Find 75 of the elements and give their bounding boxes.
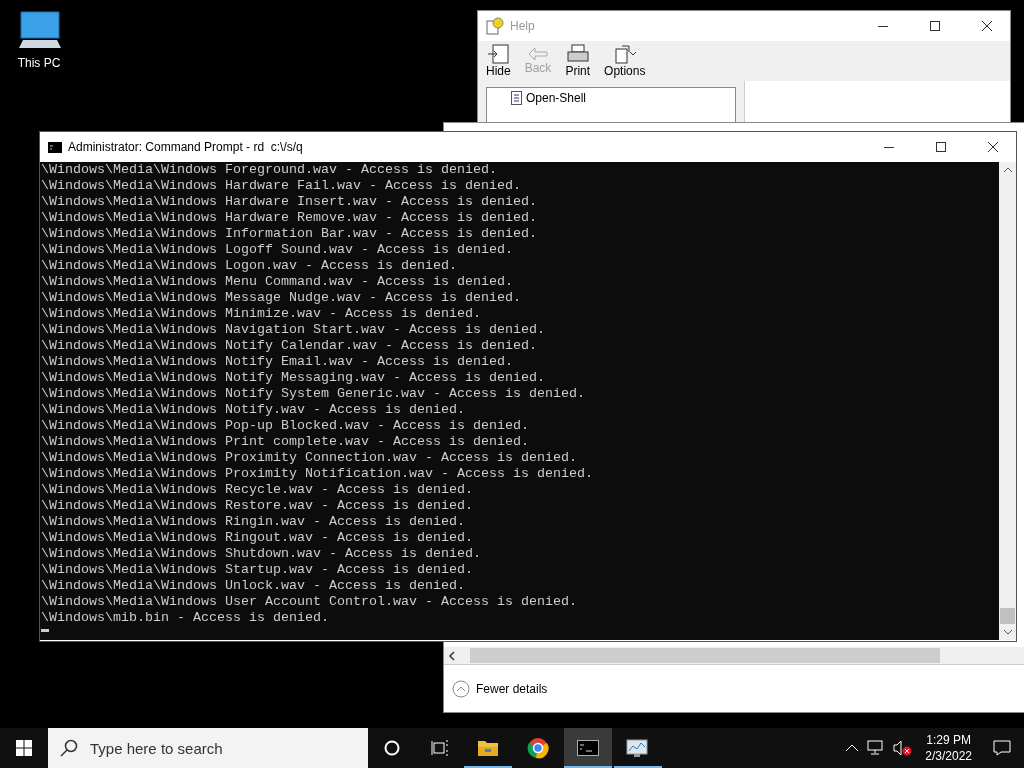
console-line: \Windows\Media\Windows Message Nudge.wav - Access is denied. (41, 290, 522, 306)
maximize-icon (930, 21, 940, 31)
windows-logo-icon (16, 740, 32, 756)
toolbar-button[interactable]: Print (565, 44, 591, 78)
console-line: \Windows\Media\Windows Hardware Fail.wav - Access is denied. (41, 178, 522, 194)
console-line: \Windows\Media\Windows Minimize.wav - Access is denied. (41, 306, 482, 322)
close-icon (988, 142, 998, 152)
chevron-up-icon (845, 744, 860, 752)
console-line: \Windows\Media\Windows Navigation Start.wav - Access is denied. (41, 322, 546, 338)
search-bar[interactable]: Type here to search (48, 728, 368, 768)
console-line: \Windows\Media\Windows User Account Control.wav - Access is denied. (41, 594, 578, 610)
clock[interactable]: 1:29 PM 2/3/2022 (917, 732, 980, 764)
scroll-down-icon (1002, 628, 1013, 636)
console-line: \Windows\Media\Windows Menu Command.wav - Access is denied. (41, 274, 514, 290)
console-line: \Windows\Media\Windows Restore.wav - Access is denied. (41, 498, 474, 514)
desktop-icon-label: This PC (17, 56, 61, 70)
fewer-details-button[interactable]: Fewer details (452, 679, 548, 698)
toolbar-button[interactable]: Hide (486, 44, 511, 78)
console-line: \Windows\Media\Windows Ringout.wav - Access is denied. (41, 530, 474, 546)
console-line: \Windows\Media\Windows Information Bar.wav - Access is denied. (41, 226, 538, 242)
help-book-icon (486, 17, 504, 35)
back-arrow-icon (528, 47, 549, 61)
console-line: \Windows\Media\Windows Notify Email.wav - Access is denied. (41, 354, 514, 370)
console-line: \Windows\Media\Windows Notify System Generic.wav - Access is denied. (41, 386, 586, 402)
minimize-icon (884, 146, 894, 148)
search-field[interactable]: Type here to search (88, 738, 352, 758)
console-line: \Windows\Media\Windows Pop-up Blocked.wav - Access is denied. (41, 418, 530, 434)
browser-icon (527, 737, 549, 759)
speech-bubble-icon (993, 740, 1011, 756)
toolbar-button[interactable]: Options (604, 44, 646, 78)
terminal-icon (577, 740, 599, 756)
panel-icon (487, 44, 510, 64)
console-line: \Windows\Media\Windows Print complete.wav - Access is denied. (41, 434, 530, 450)
maximize-icon (936, 142, 946, 152)
folder-icon (477, 739, 499, 757)
window-title: Administrator: Command Prompt - rd c:\/s/q (68, 140, 304, 154)
vertical-scrollbar[interactable] (999, 162, 1016, 640)
terminal-icon (48, 141, 62, 153)
close-icon (982, 21, 992, 31)
document-icon (511, 91, 522, 105)
console-line: \Windows\Media\Windows Logon.wav - Access is denied. (41, 258, 458, 274)
chevron-up-circle-icon (452, 679, 470, 698)
scroll-up-icon (1002, 166, 1013, 174)
text-cursor (41, 629, 49, 632)
console-line: \Windows\Media\Windows Hardware Remove.wav - Access is denied. (41, 210, 538, 226)
network-icon (867, 740, 886, 756)
tree-item[interactable]: Open-Shell (511, 90, 587, 106)
horizontal-scrollbar[interactable] (444, 647, 1024, 664)
console-line: \Windows\Media\Windows Proximity Notification.wav - Access is denied. (41, 466, 594, 482)
scroll-left-icon (448, 650, 456, 661)
console-line: \Windows\Media\Windows Logoff Sound.wav - Access is denied. (41, 242, 514, 258)
window-title: Help (510, 19, 536, 33)
circle-icon (384, 740, 400, 756)
scroll-thumb[interactable] (470, 648, 940, 663)
task-view-icon (431, 740, 449, 756)
console-line: \Windows\Media\Windows Shutdown.wav - Access is denied. (41, 546, 482, 562)
console-line: \Windows\Media\Windows Recycle.wav - Access is denied. (41, 482, 474, 498)
console-line: \Windows\Media\Windows Notify Calendar.wav - Access is denied. (41, 338, 538, 354)
console-line: \Windows\Media\Windows Startup.wav - Access is denied. (41, 562, 474, 578)
console-line: \Windows\Media\Windows Foreground.wav - Access is denied. (41, 162, 498, 178)
console-line: \Windows\Media\Windows Unlock.wav - Access is denied. (41, 578, 466, 594)
console-line: \Windows\mib.bin - Access is denied. (41, 610, 330, 626)
speaker-muted-icon (893, 740, 914, 756)
search-icon (60, 739, 78, 757)
taskbar-app-button[interactable] (564, 728, 612, 768)
printer-icon (566, 44, 589, 64)
console-line: \Windows\Media\Windows Notify.wav - Access is denied. (41, 402, 466, 418)
console-line: \Windows\Media\Windows Proximity Connection.wav - Access is denied. (41, 450, 578, 466)
console-line: \Windows\Media\Windows Hardware Insert.wav - Access is denied. (41, 194, 538, 210)
monitor-graph-icon (626, 738, 650, 758)
console-line: \Windows\Media\Windows Notify Messaging.wav - Access is denied. (41, 370, 546, 386)
console-line: \Windows\Media\Windows Ringin.wav - Access is denied. (41, 514, 466, 530)
options-icon (613, 44, 636, 64)
scroll-thumb[interactable] (1000, 608, 1015, 624)
minimize-icon (878, 25, 888, 27)
